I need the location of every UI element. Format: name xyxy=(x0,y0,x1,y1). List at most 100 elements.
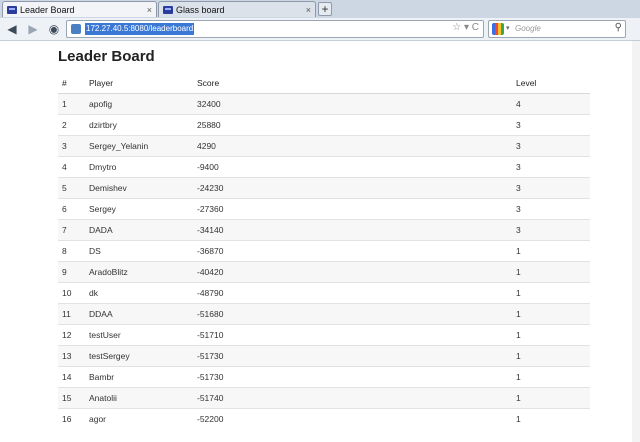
page-icon xyxy=(71,24,81,34)
cell-level: 1 xyxy=(512,239,590,261)
navigation-toolbar: ◀ ▶ ◉ 172.27.40.5:8080/leaderboard ☆ ▾ C… xyxy=(0,18,640,41)
table-row: 14 Bambr -51730 1 xyxy=(58,365,590,387)
table-row: 6 Sergey -27360 3 xyxy=(58,197,590,219)
cell-rank: 6 xyxy=(58,197,85,219)
table-row: 1 apofig 32400 4 xyxy=(58,92,590,114)
table-row: 8 DS -36870 1 xyxy=(58,239,590,261)
cell-level: 3 xyxy=(512,134,590,156)
cell-score: -27360 xyxy=(193,197,512,219)
site-favicon-icon xyxy=(163,6,173,14)
close-icon[interactable]: × xyxy=(306,2,311,18)
cell-level: 4 xyxy=(512,92,590,114)
cell-score: -52200 xyxy=(193,407,512,429)
column-header-score: Score xyxy=(193,74,512,94)
google-engine-icon[interactable] xyxy=(492,23,504,35)
cell-rank: 13 xyxy=(58,344,85,366)
cell-level: 1 xyxy=(512,260,590,282)
site-favicon-icon xyxy=(7,6,17,14)
cell-player: Demishev xyxy=(85,176,193,198)
page-title: Leader Board xyxy=(58,48,155,65)
cell-level: 1 xyxy=(512,344,590,366)
table-header-row: # Player Score Level xyxy=(58,74,590,94)
cell-score: 25880 xyxy=(193,113,512,135)
cell-player: Sergey_Yelanin xyxy=(85,134,193,156)
cell-score: -40420 xyxy=(193,260,512,282)
close-icon[interactable]: × xyxy=(147,2,152,18)
tab-glass-board[interactable]: Glass board × xyxy=(158,1,316,17)
column-header-rank: # xyxy=(58,74,85,94)
cell-level: 3 xyxy=(512,113,590,135)
cell-rank: 8 xyxy=(58,239,85,261)
tab-strip: Leader Board × Glass board × + xyxy=(0,0,640,19)
cell-score: 4290 xyxy=(193,134,512,156)
cell-rank: 10 xyxy=(58,281,85,303)
chevron-down-icon[interactable]: ▾ xyxy=(506,24,510,32)
table-row: 11 DDAA -51680 1 xyxy=(58,302,590,324)
cell-level: 1 xyxy=(512,365,590,387)
bookmark-dropdown-reload-icons[interactable]: ☆ ▾ C xyxy=(452,22,479,33)
cell-rank: 15 xyxy=(58,386,85,408)
cell-score: -24230 xyxy=(193,176,512,198)
site-identity-icon[interactable]: ◉ xyxy=(46,21,62,37)
table-row: 7 DADA -34140 3 xyxy=(58,218,590,240)
page-scroll-edge xyxy=(632,41,640,442)
back-icon[interactable]: ◀ xyxy=(4,21,20,37)
cell-level: 3 xyxy=(512,197,590,219)
cell-level: 1 xyxy=(512,407,590,429)
cell-player: AradoBlitz xyxy=(85,260,193,282)
cell-player: testSergey xyxy=(85,344,193,366)
cell-player: DADA xyxy=(85,218,193,240)
cell-score: 32400 xyxy=(193,92,512,114)
table-row: 13 testSergey -51730 1 xyxy=(58,344,590,366)
cell-score: -51740 xyxy=(193,386,512,408)
cell-score: -51730 xyxy=(193,344,512,366)
cell-rank: 12 xyxy=(58,323,85,345)
table-row: 10 dk -48790 1 xyxy=(58,281,590,303)
forward-icon[interactable]: ▶ xyxy=(25,21,41,37)
table-row: 9 AradoBlitz -40420 1 xyxy=(58,260,590,282)
cell-score: -34140 xyxy=(193,218,512,240)
cell-level: 1 xyxy=(512,281,590,303)
address-bar[interactable]: 172.27.40.5:8080/leaderboard ☆ ▾ C xyxy=(66,20,484,38)
cell-player: Dmytro xyxy=(85,155,193,177)
search-placeholder: Google xyxy=(515,24,541,33)
cell-player: apofig xyxy=(85,92,193,114)
leaderboard-rows: 1 apofig 32400 4 2 dzirtbry 25880 3 3 Sergey_Yela… xyxy=(58,92,590,429)
tab-title: Glass board xyxy=(176,5,225,15)
cell-player: Bambr xyxy=(85,365,193,387)
url-text[interactable]: 172.27.40.5:8080/leaderboard xyxy=(85,23,195,35)
search-box[interactable]: ▾ Google ⚲ xyxy=(488,20,626,38)
cell-rank: 11 xyxy=(58,302,85,324)
cell-level: 3 xyxy=(512,218,590,240)
table-row: 5 Demishev -24230 3 xyxy=(58,176,590,198)
tab-leader-board[interactable]: Leader Board × xyxy=(2,1,157,17)
table-row: 2 dzirtbry 25880 3 xyxy=(58,113,590,135)
cell-player: dzirtbry xyxy=(85,113,193,135)
cell-player: dk xyxy=(85,281,193,303)
cell-score: -51680 xyxy=(193,302,512,324)
cell-rank: 4 xyxy=(58,155,85,177)
table-row: 12 testUser -51710 1 xyxy=(58,323,590,345)
column-header-level: Level xyxy=(512,74,590,94)
cell-score: -48790 xyxy=(193,281,512,303)
cell-rank: 16 xyxy=(58,407,85,429)
new-tab-button[interactable]: + xyxy=(318,2,332,16)
cell-rank: 14 xyxy=(58,365,85,387)
cell-player: Anatolii xyxy=(85,386,193,408)
column-header-player: Player xyxy=(85,74,193,94)
cell-player: DS xyxy=(85,239,193,261)
cell-player: testUser xyxy=(85,323,193,345)
cell-level: 3 xyxy=(512,176,590,198)
cell-level: 1 xyxy=(512,386,590,408)
cell-score: -51710 xyxy=(193,323,512,345)
leaderboard-table: # Player Score Level 1 apofig 32400 4 2 dzirt… xyxy=(58,74,590,429)
cell-rank: 5 xyxy=(58,176,85,198)
cell-rank: 7 xyxy=(58,218,85,240)
cell-level: 3 xyxy=(512,155,590,177)
table-row: 15 Anatolii -51740 1 xyxy=(58,386,590,408)
cell-rank: 1 xyxy=(58,92,85,114)
tab-title: Leader Board xyxy=(20,5,75,15)
search-icon[interactable]: ⚲ xyxy=(615,22,622,33)
table-row: 16 agor -52200 1 xyxy=(58,407,590,429)
cell-rank: 3 xyxy=(58,134,85,156)
